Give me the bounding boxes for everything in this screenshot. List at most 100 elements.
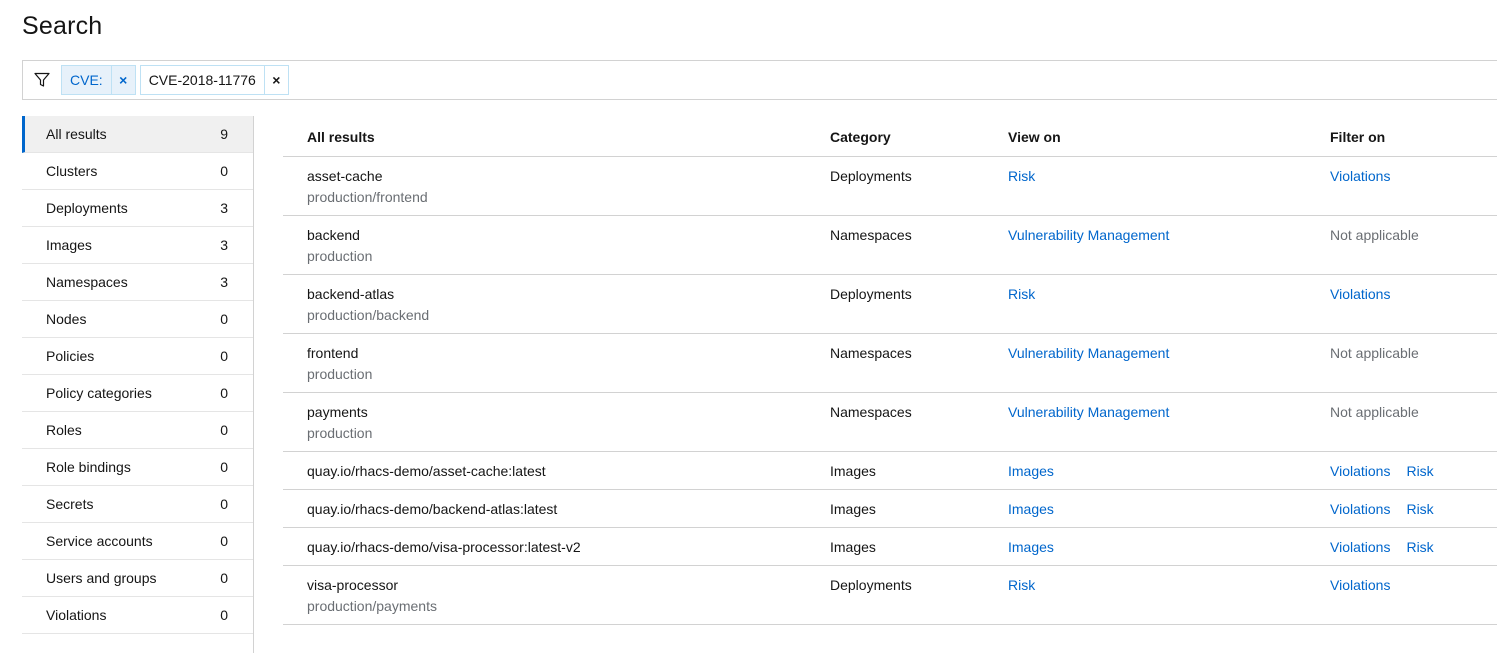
table-row: quay.io/rhacs-demo/visa-processor:latest… [283,528,1497,566]
filter-on-link[interactable]: Violations [1330,168,1390,184]
table-row: frontend production Namespaces Vulnerabil… [283,334,1497,393]
sidebar-item-label: Role bindings [46,459,131,475]
sidebar-item-count: 3 [220,237,228,253]
filter-on-risk-link[interactable]: Risk [1406,539,1433,555]
result-location: production/backend [307,307,430,323]
result-name: quay.io/rhacs-demo/visa-processor:latest… [307,539,581,555]
sidebar-item-label: Images [46,237,92,253]
view-on-link[interactable]: Vulnerability Management [1008,404,1169,420]
sidebar-item-roles[interactable]: Roles 0 [22,412,253,449]
chip-remove-icon[interactable]: × [263,66,288,94]
filter-on-link[interactable]: Violations [1330,577,1390,593]
result-name: quay.io/rhacs-demo/backend-atlas:latest [307,501,558,517]
table-row: quay.io/rhacs-demo/backend-atlas:latest … [283,490,1497,528]
sidebar-item-count: 0 [220,311,228,327]
sidebar-item-deployments[interactable]: Deployments 3 [22,190,253,227]
filter-on-risk-link[interactable]: Risk [1406,501,1433,517]
search-bar[interactable]: CVE: × CVE-2018-11776 × [22,60,1497,100]
result-name: frontend [307,345,359,361]
view-on-link[interactable]: Risk [1008,168,1035,184]
view-on-link[interactable]: Vulnerability Management [1008,345,1169,361]
view-on-link[interactable]: Images [1008,501,1054,517]
page-title: Search [22,12,103,40]
chip-label: CVE-2018-11776 [148,72,256,88]
header-all-results: All results [307,129,375,145]
view-on-link[interactable]: Risk [1008,286,1035,302]
result-category: Images [830,539,876,555]
sidebar-item-namespaces[interactable]: Namespaces 3 [22,264,253,301]
filter-not-applicable: Not applicable [1330,404,1419,420]
sidebar-item-role-bindings[interactable]: Role bindings 0 [22,449,253,486]
table-row: payments production Namespaces Vulnerabil… [283,393,1497,452]
result-category: Deployments [830,577,912,593]
sidebar-item-secrets[interactable]: Secrets 0 [22,486,253,523]
header-view-on: View on [1008,129,1061,145]
filter-on-violations-link[interactable]: Violations [1330,539,1390,555]
result-category: Deployments [830,168,912,184]
filter-not-applicable: Not applicable [1330,227,1419,243]
view-on-link[interactable]: Images [1008,539,1054,555]
search-chip-attribute: CVE: × [61,65,136,95]
sidebar-item-images[interactable]: Images 3 [22,227,253,264]
view-on-link[interactable]: Risk [1008,577,1035,593]
filter-not-applicable: Not applicable [1330,345,1419,361]
result-location: production [307,366,373,382]
result-location: production/payments [307,598,437,614]
sidebar-item-label: Policy categories [46,385,152,401]
table-header: All results Category View on Filter on [283,116,1497,157]
sidebar-item-count: 3 [220,200,228,216]
result-location: production/frontend [307,189,428,205]
result-category: Namespaces [830,345,912,361]
sidebar-item-count: 3 [220,274,228,290]
table-row: backend production Namespaces Vulnerabili… [283,216,1497,275]
result-name: backend-atlas [307,286,395,302]
sidebar-item-count: 0 [220,570,228,586]
sidebar-item-policies[interactable]: Policies 0 [22,338,253,375]
sidebar-item-label: Roles [46,422,82,438]
result-location: production [307,248,373,264]
sidebar-item-count: 0 [220,607,228,623]
table-row: visa-processor production/payments Deploy… [283,566,1497,625]
sidebar-item-label: Clusters [46,163,98,179]
sidebar-item-label: Users and groups [46,570,157,586]
sidebar-item-violations[interactable]: Violations 0 [22,597,253,634]
sidebar-item-label: Violations [46,607,107,623]
sidebar-divider [253,116,254,653]
sidebar-item-label: Service accounts [46,533,153,549]
header-filter-on: Filter on [1330,129,1386,145]
sidebar-item-count: 0 [220,533,228,549]
filter-on-link[interactable]: Violations [1330,286,1390,302]
search-chip-value: CVE-2018-11776 × [139,65,289,95]
table-row: backend-atlas production/backend Deployme… [283,275,1497,334]
sidebar-item-users-and-groups[interactable]: Users and groups 0 [22,560,253,597]
result-category: Namespaces [830,227,912,243]
sidebar-item-count: 0 [220,459,228,475]
sidebar-item-clusters[interactable]: Clusters 0 [22,153,253,190]
sidebar-item-all-results[interactable]: All results 9 [22,116,253,153]
view-on-link[interactable]: Images [1008,463,1054,479]
sidebar-item-label: Nodes [46,311,87,327]
sidebar-item-label: Policies [46,348,95,364]
result-name: visa-processor [307,577,399,593]
sidebar-item-count: 0 [220,496,228,512]
sidebar-item-count: 0 [220,163,228,179]
sidebar-item-count: 9 [220,126,228,142]
result-category: Images [830,501,876,517]
result-name: backend [307,227,360,243]
sidebar-item-service-accounts[interactable]: Service accounts 0 [22,523,253,560]
sidebar-item-label: Namespaces [46,274,128,290]
result-name: asset-cache [307,168,383,184]
result-name: payments [307,404,368,420]
sidebar-item-nodes[interactable]: Nodes 0 [22,301,253,338]
filter-on-violations-link[interactable]: Violations [1330,463,1390,479]
chip-remove-icon[interactable]: × [110,66,135,94]
sidebar-item-label: Deployments [46,200,128,216]
sidebar-item-policy-categories[interactable]: Policy categories 0 [22,375,253,412]
results-table: All results Category View on Filter on a… [283,116,1497,625]
view-on-link[interactable]: Vulnerability Management [1008,227,1169,243]
category-sidebar: All results 9 Clusters 0 Deployments 3 Imag… [22,116,253,634]
filter-on-violations-link[interactable]: Violations [1330,501,1390,517]
filter-on-risk-link[interactable]: Risk [1406,463,1433,479]
result-category: Namespaces [830,404,912,420]
chip-label: CVE: [70,72,103,88]
